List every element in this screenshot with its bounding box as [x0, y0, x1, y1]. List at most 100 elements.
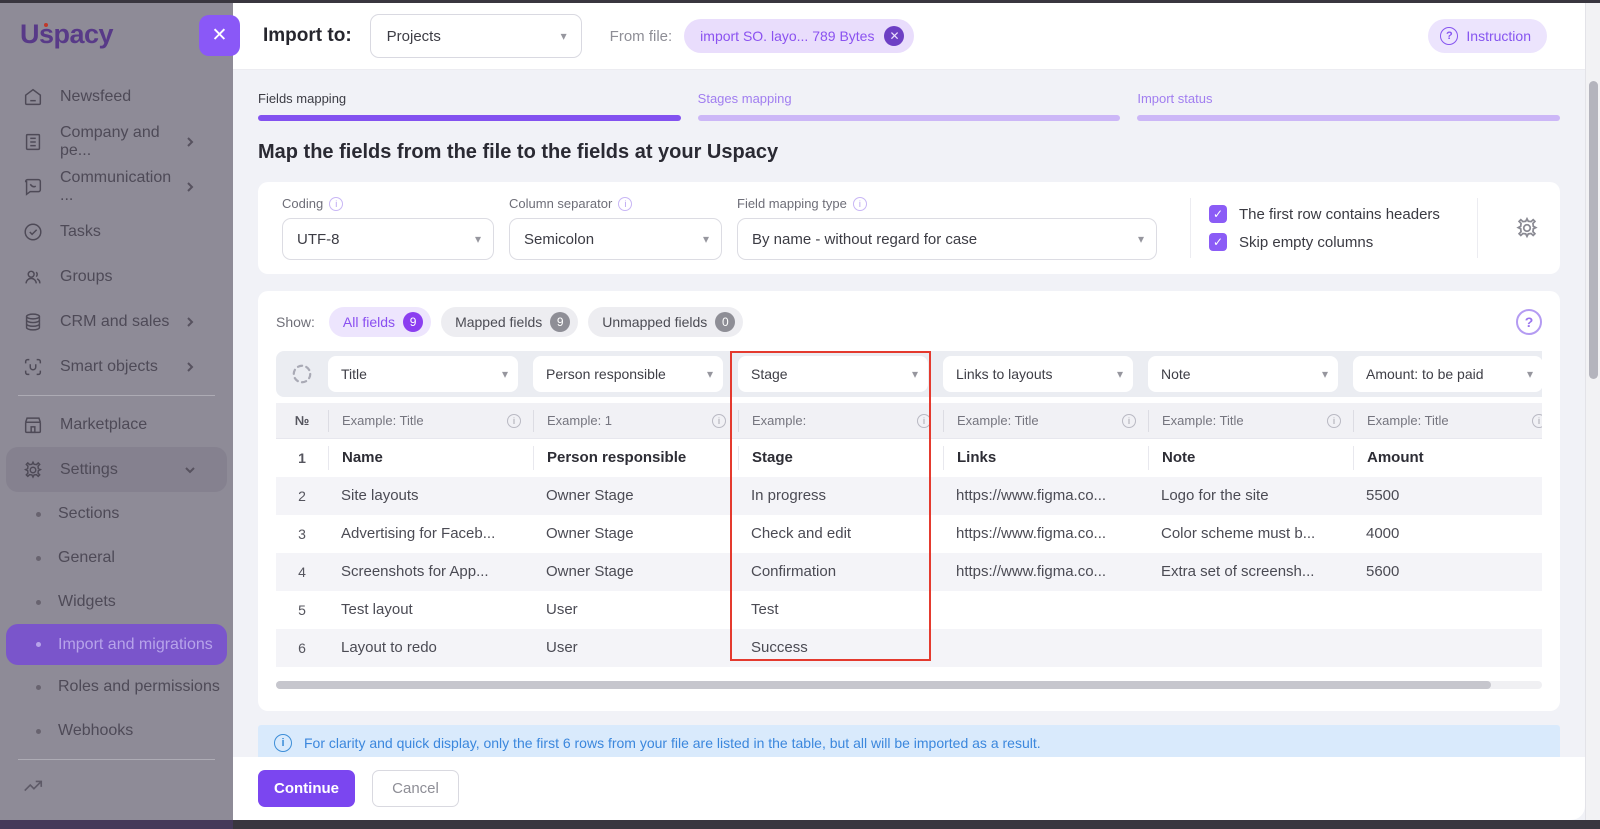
info-icon[interactable]: i — [507, 414, 521, 428]
step-import-status[interactable]: Import status — [1137, 91, 1560, 121]
sidebar-subitem-webhooks[interactable]: Webhooks — [0, 709, 233, 753]
row-number: 3 — [276, 526, 328, 542]
sidebar-item-newsfeed[interactable]: Newsfeed — [0, 74, 233, 119]
sidebar-close-button[interactable]: ✕ — [199, 15, 240, 56]
table-cell — [1148, 629, 1353, 667]
remove-file-icon[interactable]: ✕ — [884, 26, 904, 46]
column-select-note[interactable]: Note▾ — [1148, 356, 1338, 392]
wizard-steps: Fields mapping Stages mapping Import statu… — [258, 91, 1560, 121]
step-stages-mapping[interactable]: Stages mapping — [698, 91, 1121, 121]
sidebar-item-label: Groups — [60, 268, 112, 286]
table-cell: https://www.figma.co... — [943, 515, 1148, 553]
info-icon[interactable]: i — [1327, 414, 1341, 428]
sidebar-divider-2 — [18, 759, 215, 760]
column-select-cell: Stage▾ — [738, 356, 943, 392]
sidebar-item-smart-objects[interactable]: Smart objects — [0, 344, 233, 389]
marketplace-icon — [22, 414, 44, 436]
chevron-right-icon — [179, 316, 201, 328]
info-icon[interactable]: i — [1532, 414, 1542, 428]
option-label: Column separatori — [509, 196, 722, 211]
page-title: Map the fields from the file to the fiel… — [258, 141, 1560, 164]
column-select-title[interactable]: Title ▾ — [328, 356, 518, 392]
field-mapping-type-select[interactable]: By name - without regard for case▾ — [737, 218, 1157, 260]
chevron-down-icon: ▾ — [475, 232, 481, 246]
sidebar-item-label: Communication ... — [60, 169, 179, 205]
column-select-person-responsible[interactable]: Person responsible▾ — [533, 356, 723, 392]
mapping-table: Title▾Person responsible▾Stage▾Links to … — [276, 351, 1542, 667]
column-select-cell: Person responsible▾ — [533, 356, 738, 392]
chevron-down-icon: ▾ — [912, 367, 918, 381]
sidebar-item-crm-and-sales[interactable]: CRM and sales — [0, 299, 233, 344]
import-body: Fields mapping Stages mapping Import statu… — [233, 70, 1585, 757]
sidebar-item-partial[interactable] — [0, 766, 233, 806]
table-cell — [1353, 591, 1542, 629]
sidebar-item-tasks[interactable]: Tasks — [0, 209, 233, 254]
info-icon[interactable]: i — [853, 197, 867, 211]
sidebar-subitem-widgets[interactable]: Widgets — [0, 580, 233, 624]
example-cell: Example: Titlei — [943, 410, 1148, 432]
sidebar-item-label: Smart objects — [60, 358, 158, 376]
step-label: Fields mapping — [258, 91, 681, 106]
column-select-stage[interactable]: Stage▾ — [738, 356, 928, 392]
sidebar-item-marketplace[interactable]: Marketplace — [0, 402, 233, 447]
table-cell: https://www.figma.co... — [943, 477, 1148, 515]
filter-pill-mapped-fields[interactable]: Mapped fields9 — [441, 307, 578, 337]
chevron-down-icon: ▾ — [1322, 367, 1328, 381]
checkbox-the-first-row-contains-headers[interactable]: ✓The first row contains headers — [1209, 205, 1459, 223]
sidebar-item-groups[interactable]: Groups — [0, 254, 233, 299]
select-value: Person responsible — [546, 366, 666, 382]
page-scrollbar[interactable] — [1585, 3, 1600, 820]
column-select-amount-to-be-paid[interactable]: Amount: to be paid▾ — [1353, 356, 1542, 392]
step-fields-mapping[interactable]: Fields mapping — [258, 91, 681, 121]
trending-up-icon — [22, 775, 44, 797]
column-separator-select[interactable]: Semicolon▾ — [509, 218, 722, 260]
filter-pill-unmapped-fields[interactable]: Unmapped fields0 — [588, 307, 743, 337]
sidebar-subitem-sections[interactable]: Sections — [0, 492, 233, 536]
sidebar-subitem-label: Import and migrations — [58, 636, 213, 654]
row-number: 6 — [276, 640, 328, 656]
info-icon[interactable]: i — [329, 197, 343, 211]
sidebar-subitem-import-and-migrations[interactable]: Import and migrations — [6, 624, 227, 665]
info-icon[interactable]: i — [712, 414, 726, 428]
sidebar-item-label: Company and pe... — [60, 124, 179, 160]
horizontal-scrollbar[interactable] — [276, 681, 1542, 689]
column-select-cell: Links to layouts▾ — [943, 356, 1148, 392]
sidebar-subitem-general[interactable]: General — [0, 536, 233, 580]
window-bottom-edge — [0, 820, 1600, 829]
filter-pill-all-fields[interactable]: All fields9 — [329, 307, 431, 337]
scrollbar-thumb[interactable] — [276, 681, 1491, 689]
info-banner: i For clarity and quick display, only th… — [258, 725, 1560, 757]
cancel-button[interactable]: Cancel — [372, 770, 459, 807]
table-row: 4Screenshots for App...Owner StageConfir… — [276, 553, 1542, 591]
checkbox-skip-empty-columns[interactable]: ✓Skip empty columns — [1209, 233, 1459, 251]
sidebar-item-company-and-pe[interactable]: Company and pe... — [0, 119, 233, 164]
table-cell: Name — [328, 446, 533, 470]
info-icon[interactable]: i — [917, 414, 931, 428]
chevron-down-icon: ▾ — [502, 367, 508, 381]
column-select-links-to-layouts[interactable]: Links to layouts▾ — [943, 356, 1133, 392]
sidebar-item-communication[interactable]: Communication ... — [0, 164, 233, 209]
table-cell: Owner Stage — [533, 477, 738, 515]
table-cell: Extra set of screensh... — [1148, 553, 1353, 591]
help-icon[interactable]: ? — [1516, 309, 1542, 335]
coding-select[interactable]: UTF-8▾ — [282, 218, 494, 260]
continue-button[interactable]: Continue — [258, 770, 355, 807]
table-cell: Stage — [738, 446, 943, 470]
show-label: Show: — [276, 314, 315, 330]
option-label: Codingi — [282, 196, 494, 211]
checkbox-icon: ✓ — [1209, 233, 1227, 251]
select-value: Title — [341, 366, 367, 382]
option-column-separator: Column separatori Semicolon▾ — [509, 196, 722, 260]
sidebar-nav: Newsfeed Company and pe... Communication .… — [0, 74, 233, 389]
column-mapping-row: Title▾Person responsible▾Stage▾Links to … — [276, 351, 1542, 397]
import-target-select[interactable]: Projects ▾ — [370, 14, 582, 58]
page-scrollbar-thumb[interactable] — [1589, 81, 1598, 379]
sidebar-item-settings[interactable]: Settings — [6, 447, 227, 492]
gear-icon[interactable] — [1514, 215, 1540, 241]
info-icon[interactable]: i — [1122, 414, 1136, 428]
row-number: 1 — [276, 450, 328, 466]
info-icon[interactable]: i — [618, 197, 632, 211]
sidebar-subitem-roles-and-permissions[interactable]: Roles and permissions — [0, 665, 233, 709]
instruction-button[interactable]: ? Instruction — [1428, 19, 1547, 53]
settings-icon — [22, 459, 44, 481]
